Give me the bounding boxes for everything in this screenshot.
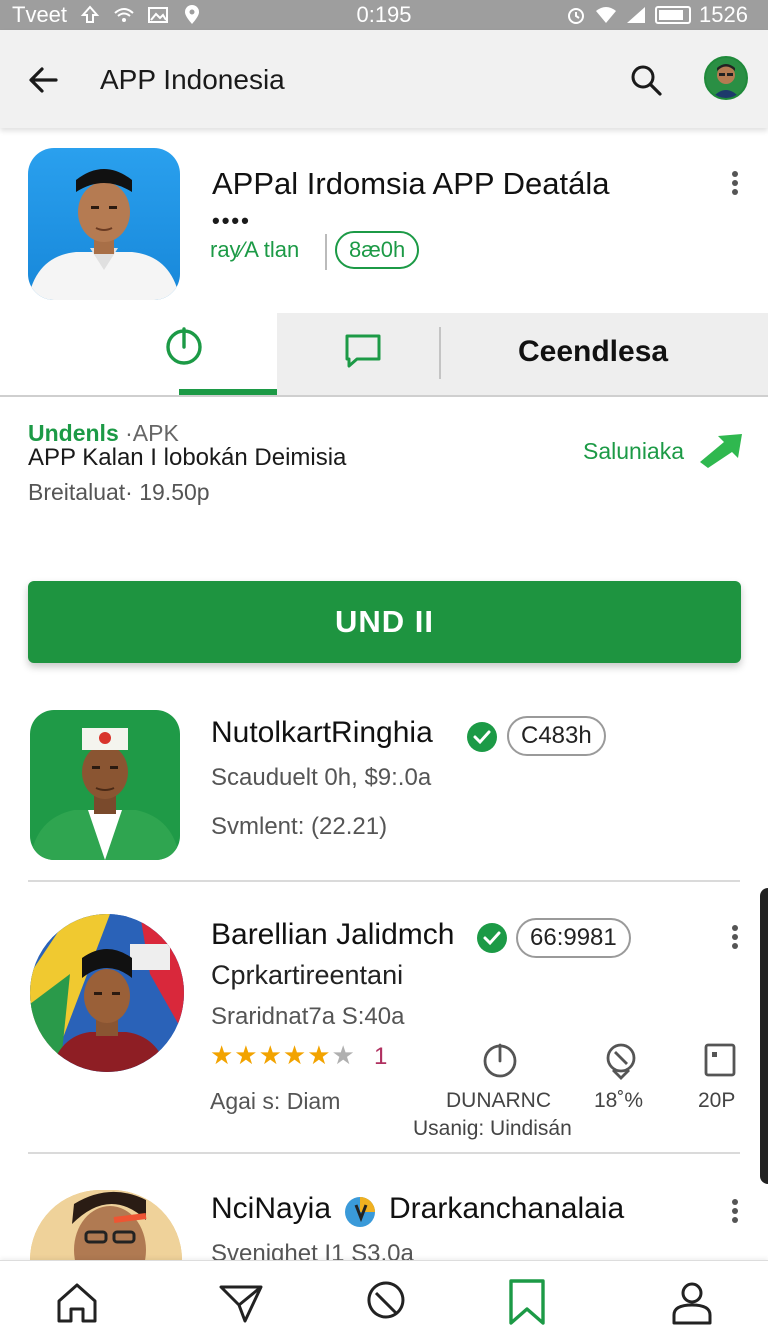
tab-label: Ceendlesa <box>518 335 669 368</box>
back-arrow-icon[interactable] <box>22 58 66 102</box>
scroll-handle[interactable] <box>760 888 768 1184</box>
list-item-title-secondary: Drarkanchanalaia <box>389 1192 625 1225</box>
stat-label: 20P <box>698 1089 736 1112</box>
list-item-title[interactable]: NutolkartRinghia <box>211 716 433 750</box>
arrow-right-icon[interactable] <box>698 430 744 470</box>
info-link[interactable]: Saluniaka <box>583 438 684 465</box>
list-item-overflow-menu-icon[interactable] <box>725 922 745 952</box>
list-item-thumbnail[interactable] <box>30 710 180 860</box>
install-button[interactable]: UND IΙ <box>28 581 741 663</box>
list-item-meta: Svenighet I1 S3.0a <box>211 1240 414 1260</box>
portrait-image <box>30 914 184 1072</box>
info-title: APP Kalan I lobokán Deimisia <box>28 444 347 471</box>
developer-name[interactable]: ray⁄A tlan <box>210 237 299 263</box>
app-rating-dots: •••• <box>212 208 251 233</box>
info-size: Breitaluat· 19.50p <box>28 479 210 505</box>
usage-text: Usanig: Uindisán <box>413 1117 572 1140</box>
app-badge: 8æ0h <box>335 231 420 269</box>
app-bar: APP Indonesia <box>0 30 768 128</box>
tab-active-indicator <box>179 389 277 395</box>
star-rating: ★★★★★★ <box>210 1040 356 1071</box>
app-overflow-menu-icon[interactable] <box>725 168 745 198</box>
signal-icon <box>627 7 646 23</box>
page-title: APP Indonesia <box>100 64 285 95</box>
file-icon <box>704 1043 736 1077</box>
info-tag-rest: ·APK <box>118 420 179 446</box>
rating-count: 1 <box>374 1043 388 1070</box>
battery-icon <box>655 6 692 24</box>
app-icon <box>28 148 180 300</box>
wifi-signal-icon <box>596 7 617 23</box>
tag-icon[interactable] <box>362 1277 410 1327</box>
header-divider <box>325 234 327 270</box>
tab-bar: Ceendlesa <box>0 313 768 397</box>
chat-icon <box>345 334 381 368</box>
list-item-thumbnail[interactable] <box>30 1190 182 1260</box>
stat-label: 18˚% <box>594 1089 644 1112</box>
list-item-title[interactable]: Barellian Jalidmch <box>211 918 454 952</box>
stars-empty: ★ <box>331 1040 356 1070</box>
list-item-badge: 66:9981 <box>516 918 631 958</box>
list-item-subtitle: Cprkartireentani <box>211 960 404 990</box>
list-item-meta: Sraridnat7a S:40a <box>211 1003 405 1030</box>
bottom-nav <box>0 1260 768 1344</box>
battery-text: 1526 <box>699 2 748 27</box>
portrait-image <box>30 728 180 860</box>
list-item-age: Agai s: Diam <box>210 1088 341 1114</box>
list-item-title[interactable]: NciNayia <box>211 1192 331 1226</box>
app-name: APPal Irdomsia APP Deatála <box>212 166 610 201</box>
list-item-badge: C483h <box>507 716 606 756</box>
status-bar: Tveet 0:195 1526 <box>0 0 768 30</box>
list-item-thumbnail[interactable] <box>30 914 184 1072</box>
portrait-image <box>30 1190 182 1260</box>
power-icon <box>166 327 202 365</box>
tab-power[interactable] <box>0 313 277 395</box>
profile-icon[interactable] <box>668 1277 716 1327</box>
verified-icon <box>467 722 497 752</box>
info-tag: Undenls ·APK <box>28 420 179 447</box>
send-icon[interactable] <box>217 1277 265 1327</box>
tag-icon <box>606 1043 636 1080</box>
tab-chat[interactable] <box>277 313 441 395</box>
search-icon[interactable] <box>624 58 668 102</box>
bookmark-icon[interactable] <box>503 1277 551 1327</box>
info-tag-highlight: Undenls <box>28 420 119 446</box>
badge-icon <box>345 1197 375 1227</box>
list-divider <box>28 1152 740 1154</box>
avatar[interactable] <box>704 56 748 100</box>
list-divider <box>28 880 740 882</box>
alarm-icon <box>568 8 585 24</box>
stat-label: DUNARNC <box>446 1089 551 1112</box>
list-item-meta: Scauduelt 0h, $9:.0a <box>211 764 432 791</box>
verified-icon <box>477 923 507 953</box>
home-icon[interactable] <box>53 1277 101 1327</box>
power-icon <box>483 1043 517 1078</box>
list-item-overflow-menu-icon[interactable] <box>725 1196 745 1226</box>
list-item-detail: Svmlent: (22.21) <box>211 813 388 840</box>
stars-filled: ★★★★★ <box>210 1040 332 1070</box>
tab-ceendlesa[interactable]: Ceendlesa <box>441 313 768 395</box>
avatar-face-icon <box>706 58 746 98</box>
app-icon-portrait <box>28 169 180 300</box>
